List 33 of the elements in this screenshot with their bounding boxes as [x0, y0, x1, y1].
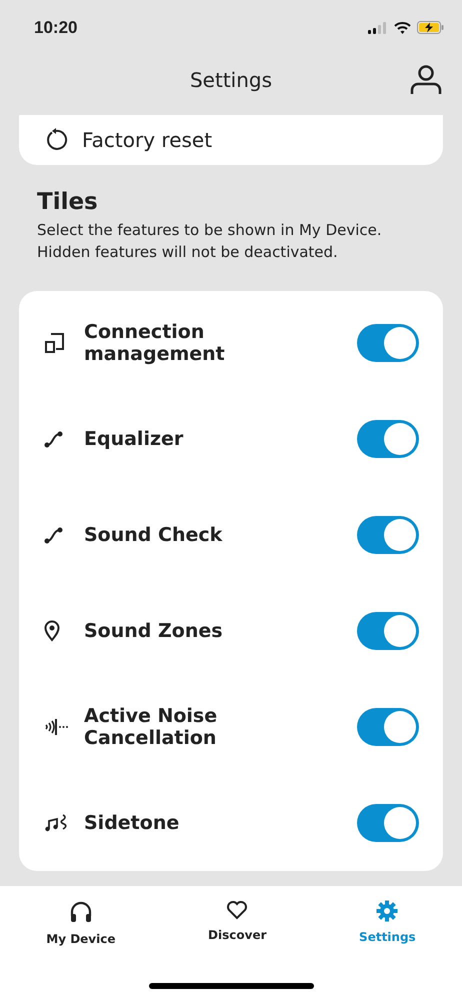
tile-label: Connection management	[84, 321, 226, 365]
toggle-switch[interactable]	[357, 516, 419, 554]
devices-icon	[44, 332, 66, 354]
toggle-switch[interactable]	[357, 612, 419, 650]
page-title: Settings	[190, 68, 272, 92]
toggle-switch[interactable]	[357, 804, 419, 842]
tile-label: Equalizer	[84, 428, 184, 450]
headphones-icon	[68, 900, 93, 924]
section-title: Tiles	[37, 189, 99, 215]
tab-button[interactable]: Settings	[349, 900, 426, 944]
toggle-switch[interactable]	[357, 420, 419, 458]
heart-icon	[226, 900, 248, 920]
tab-button[interactable]: Discover	[198, 900, 276, 942]
noise-cancel-icon	[44, 717, 70, 737]
wifi-icon	[394, 22, 411, 34]
curve-icon	[44, 526, 64, 544]
factory-reset-item[interactable]: Factory reset	[19, 115, 443, 165]
toggle-switch[interactable]	[357, 324, 419, 362]
reset-icon	[44, 128, 68, 152]
toggle-switch[interactable]	[357, 708, 419, 746]
tile-label: Sound Check	[84, 524, 224, 546]
location-pin-icon	[44, 620, 60, 642]
settings-icon	[376, 900, 398, 922]
tile-label: Active Noise Cancellation	[84, 705, 218, 749]
profile-icon[interactable]	[410, 65, 442, 95]
tile-label: Sound Zones	[84, 620, 224, 642]
section-description: Select the features to be shown in My Device. Hidden features will not be deactivated.	[37, 220, 383, 263]
tile-label: Sidetone	[84, 812, 180, 834]
curve-icon	[44, 430, 64, 448]
tab-button[interactable]: My Device	[36, 900, 126, 946]
status-time: 10:20	[34, 18, 78, 38]
signal-icon	[368, 22, 388, 34]
battery-charging-icon	[417, 21, 444, 34]
